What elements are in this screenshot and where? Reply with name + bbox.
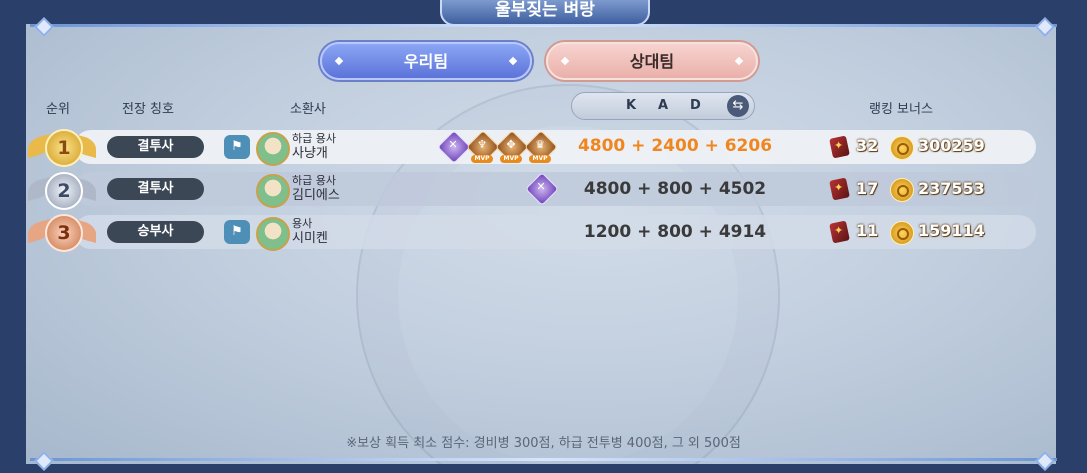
book-icon [829,137,851,157]
tab-our-team-label: 우리팀 [403,52,449,71]
frame-ornament-icon [30,20,56,32]
rank-medal-icon: 2 [28,172,96,210]
summoner-info: 용사 시미켄 [292,216,328,246]
rank-number: 2 [45,172,83,210]
mvp-badge-icon[interactable]: ♛ MVP [524,130,558,164]
coin-icon [890,136,914,160]
book-icon [829,222,851,242]
bonus-books: 32 [856,136,879,155]
tab-our-team[interactable]: 우리팀 [320,42,532,80]
summoner-rank: 용사 [292,217,313,230]
kad-header-k: K [626,98,637,113]
rank-medal-icon: 1 [28,129,96,167]
diamond-icon [334,56,344,66]
kad-value: 1200 + 800 + 4914 [583,222,767,242]
column-header-rank: 순위 [46,102,70,117]
coin-icon [890,178,914,202]
avatar[interactable] [256,174,290,208]
squad-icon[interactable]: ⚑ [224,220,250,244]
column-header-summoner: 소환사 [290,102,326,117]
summoner-rank: 하급 용사 [292,132,336,145]
bonus-coins: 300259 [918,136,985,155]
diamond-icon [508,56,518,66]
squad-icon[interactable]: ⚑ [224,135,250,159]
title-badge: 결투사 [107,136,204,158]
title-badge: 승부사 [107,221,204,243]
column-header-bonus: 랭킹 보너스 [869,102,933,117]
mvp-badge-icon[interactable]: ✥ MVP [495,130,529,164]
achievement-badge-icon[interactable]: ✕ [437,130,471,164]
swap-icon[interactable]: ⇆ [727,95,749,117]
tab-opponent-team[interactable]: 상대팀 [546,42,758,80]
diamond-icon [560,56,570,66]
column-header-title: 전장 칭호 [122,102,174,117]
achievement-badge-icon[interactable]: ✕ [525,172,559,206]
summoner-name: 김디에스 [292,188,340,203]
coin-icon [890,221,914,245]
kad-value: 4800 + 800 + 4502 [583,179,767,199]
bonus-books: 11 [856,221,879,240]
summoner-name: 시미켄 [292,231,328,246]
diamond-icon [734,56,744,66]
tab-opponent-team-label: 상대팀 [629,52,675,71]
kad-header-a: A [658,98,669,113]
summoner-rank: 하급 용사 [292,174,336,187]
rank-number: 1 [45,129,83,167]
mvp-badge-icon[interactable]: ♆ MVP [466,130,500,164]
window-title: 울부짖는 벼랑 [440,0,650,26]
summoner-info: 하급 용사 김디에스 [292,173,340,203]
bonus-coins: 237553 [918,179,985,198]
frame-ornament-icon [30,454,56,466]
bonus-coins: 159114 [918,221,985,240]
bonus-books: 17 [856,179,879,198]
avatar[interactable] [256,132,290,166]
avatar[interactable] [256,217,290,251]
summoner-info: 하급 용사 사냥개 [292,131,336,161]
kad-header-d: D [690,98,701,113]
summoner-name: 사냥개 [292,146,328,161]
reward-requirement-note: ※보상 획득 최소 점수: 경비병 300점, 하급 전투병 400점, 그 외… [346,436,741,451]
kad-value: 4800 + 2400 + 6206 [577,136,773,156]
title-badge: 결투사 [107,178,204,200]
rank-medal-icon: 3 [28,214,96,252]
book-icon [829,179,851,199]
kad-header: K A D ⇆ [571,92,755,120]
rank-number: 3 [45,214,83,252]
frame-bottom-line [30,458,1057,461]
frame-ornament-icon [1031,454,1057,466]
frame-ornament-icon [1031,20,1057,32]
